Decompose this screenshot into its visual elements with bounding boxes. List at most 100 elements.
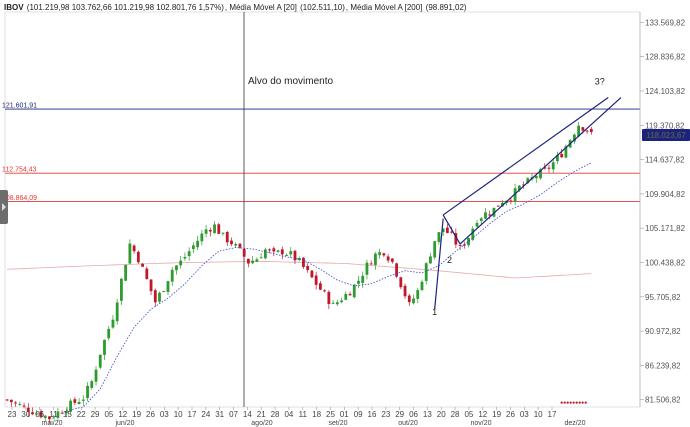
candle-body xyxy=(467,238,470,246)
y-tick-label: 133.569,82 xyxy=(645,18,686,27)
grid xyxy=(4,11,641,408)
candle-body xyxy=(259,257,263,259)
candle-body xyxy=(407,295,411,303)
x-tick-label: 13 xyxy=(423,410,432,419)
volume-markers xyxy=(560,401,587,404)
candle-body xyxy=(234,243,238,246)
candle-body xyxy=(200,233,204,242)
candlestick-chart[interactable]: 121.601,91112.754,43108.864,09 123? Alvo… xyxy=(0,0,690,427)
x-tick-label: 03 xyxy=(520,410,529,419)
candle-body xyxy=(73,399,77,403)
candle-body xyxy=(107,328,111,339)
x-tick-label: 17 xyxy=(188,410,197,419)
ma200-line xyxy=(7,260,592,279)
x-tick-label: 15 xyxy=(63,410,72,419)
x-tick-label: 10 xyxy=(174,410,183,419)
candle-body xyxy=(399,277,403,288)
x-tick-label: 04 xyxy=(284,410,293,419)
candle-body xyxy=(230,240,233,245)
candle-body xyxy=(534,176,538,179)
candle-body xyxy=(437,232,441,242)
candle-body xyxy=(475,222,479,227)
y-tick-label: 114.637,82 xyxy=(645,156,685,165)
candle-body xyxy=(132,245,136,252)
x-tick-label: 16 xyxy=(368,410,377,419)
candle-body xyxy=(90,381,94,388)
x-tick-label: 11 xyxy=(299,410,308,419)
volume-dot xyxy=(560,401,563,404)
wave-label: 2 xyxy=(447,255,452,265)
y-tick-label: 90.972,82 xyxy=(645,327,681,336)
horizontal-levels: 121.601,91112.754,43108.864,09 xyxy=(2,103,640,202)
x-tick-label: 06 xyxy=(35,410,44,419)
volume-dot xyxy=(584,401,587,404)
trend-line xyxy=(442,97,609,216)
x-tick-label: 09 xyxy=(354,410,363,419)
x-tick-label: 19 xyxy=(132,410,141,419)
candle-body xyxy=(128,243,132,264)
candle-body xyxy=(251,260,255,264)
candle-body xyxy=(369,263,373,265)
x-month-label: mai/20 xyxy=(41,420,62,427)
candle-body xyxy=(238,243,242,248)
candle-body xyxy=(242,248,246,257)
x-tick-label: 06 xyxy=(409,410,418,419)
ma20-line xyxy=(66,162,592,412)
volume-dot xyxy=(575,401,578,404)
candle-body xyxy=(81,399,85,401)
candle-body xyxy=(496,205,500,207)
candle-body xyxy=(204,229,208,234)
x-month-label: dez/20 xyxy=(564,420,585,427)
ma20-value: (102.511,10) xyxy=(300,3,345,12)
y-tick-label: 105.171,82 xyxy=(645,224,686,233)
x-tick-label: 26 xyxy=(506,410,515,419)
candle-body xyxy=(547,167,551,169)
candle-body xyxy=(560,153,564,158)
candle-body xyxy=(344,293,348,300)
side-panel-toggle[interactable] xyxy=(0,190,8,224)
candle-body xyxy=(484,212,487,219)
candle-body xyxy=(14,402,17,404)
candle-body xyxy=(149,279,153,292)
candle-body xyxy=(386,256,390,261)
candle-body xyxy=(255,259,259,262)
candle-body xyxy=(276,250,280,252)
candle-body xyxy=(170,269,174,282)
candle-body xyxy=(382,253,386,256)
candle-body xyxy=(43,415,47,418)
x-tick-label: 30 xyxy=(21,410,30,419)
candle-body xyxy=(213,224,216,234)
x-tick-label: 29 xyxy=(395,410,404,419)
candle-body xyxy=(103,339,106,355)
x-tick-label: 18 xyxy=(312,410,321,419)
y-tick-label: 86.239,82 xyxy=(645,361,681,370)
candle-body xyxy=(340,300,343,303)
candle-body xyxy=(5,399,9,401)
candle-body xyxy=(585,130,589,132)
x-tick-label: 05 xyxy=(104,410,113,419)
x-axis: 23 30 06 11 15 22 29 05 12 19 26 03 10 17 24 31 07 14 21 28… xyxy=(8,407,586,427)
x-tick-label: 11 xyxy=(49,410,58,419)
candle-body xyxy=(31,412,34,415)
x-tick-label: 05 xyxy=(464,410,473,419)
candle-body xyxy=(153,290,157,303)
candle-body xyxy=(374,253,377,265)
candle-body xyxy=(352,284,356,298)
ma20-label: Média Móvel A [20] xyxy=(229,3,297,12)
x-tick-label: 10 xyxy=(534,410,543,419)
candle-body xyxy=(196,240,200,248)
candle-body xyxy=(323,290,327,292)
candle-body xyxy=(416,290,420,299)
candle-body xyxy=(191,245,195,250)
x-tick-label: 23 xyxy=(381,410,390,419)
candle-body xyxy=(98,354,102,368)
x-tick-label: 12 xyxy=(118,410,127,419)
candle-body xyxy=(433,241,437,258)
price-badge: 118.023,67 xyxy=(642,129,690,142)
x-month-label: ago/20 xyxy=(251,420,273,427)
candle-body xyxy=(445,227,449,233)
candle-body xyxy=(175,265,178,271)
candle-body xyxy=(420,281,424,291)
candle-body xyxy=(551,162,555,170)
candle-body xyxy=(403,285,407,297)
